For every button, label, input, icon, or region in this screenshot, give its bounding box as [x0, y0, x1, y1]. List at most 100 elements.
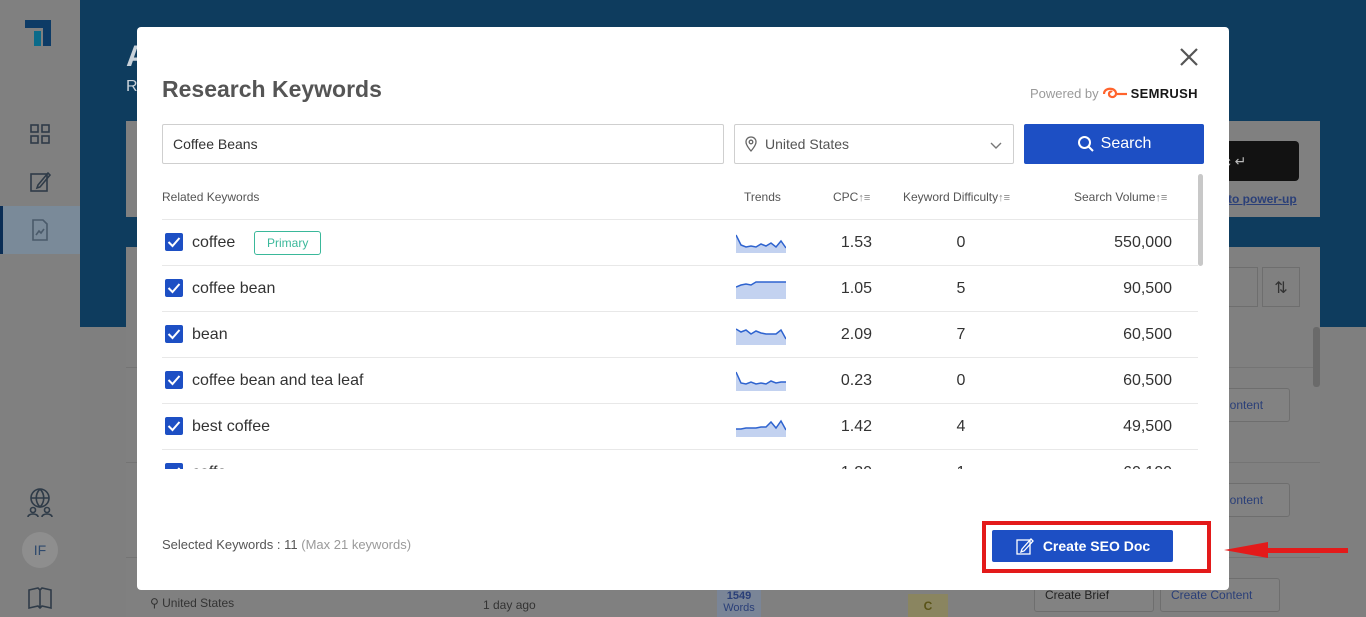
table-row[interactable]: coffee bean 1.05 5 90,500	[162, 266, 1198, 312]
selected-keywords-label: Selected Keywords : 11	[162, 537, 298, 552]
edit-icon[interactable]	[26, 168, 54, 196]
table-row[interactable]: bean 2.09 7 60,500	[162, 312, 1198, 358]
globe-people-icon[interactable]	[24, 486, 56, 518]
avatar[interactable]: IF	[22, 532, 58, 568]
red-arrow-annotation	[1224, 542, 1348, 558]
trend-line	[736, 371, 786, 385]
trend-area	[736, 372, 786, 391]
keyword-checkbox[interactable]	[165, 325, 183, 343]
semrush-wordmark: SEMRUSH	[1130, 86, 1198, 101]
difficulty-value: 5	[956, 280, 966, 297]
column-header-difficulty[interactable]: Keyword Difficulty↑≡	[903, 190, 1010, 204]
check-icon	[167, 283, 181, 294]
keyword-text: best coffee	[192, 418, 270, 435]
cpc-value: 1.53	[840, 234, 872, 251]
keyword-text: coffee bean and tea leaf	[192, 372, 364, 389]
word-count-badge: 1549 Words	[717, 586, 761, 617]
keyword-checkbox[interactable]	[165, 417, 183, 435]
location-value: United States	[765, 136, 850, 152]
column-header-trends: Trends	[744, 190, 781, 204]
grid-icon[interactable]	[26, 120, 54, 148]
close-icon[interactable]	[1177, 45, 1201, 69]
search-volume-value: 60,500	[1123, 326, 1172, 343]
keyword-text: coffe	[192, 464, 226, 469]
table-row[interactable]: coffee Primary 1.53 0 550,000	[162, 220, 1198, 266]
modal-title: Research Keywords	[162, 76, 382, 102]
search-volume-value: 60,500	[1123, 372, 1172, 389]
row-timestamp: 1 day ago	[483, 598, 536, 612]
location-pin-icon	[745, 136, 757, 152]
trend-sparkline	[736, 328, 786, 345]
cpc-header-label: CPC	[833, 190, 859, 204]
cpc-value: 2.09	[840, 326, 872, 343]
search-volume-value: 90,500	[1123, 280, 1172, 297]
keyword-text: bean	[192, 326, 228, 343]
cpc-value: 0.23	[840, 372, 872, 389]
keyword-checkbox[interactable]	[165, 233, 183, 251]
check-icon	[167, 375, 181, 386]
word-count-label: Words	[723, 602, 755, 614]
selected-keywords-max: (Max 21 keywords)	[301, 537, 412, 552]
row-location-text: United States	[162, 596, 235, 610]
table-row[interactable]: best coffee 1.42 4 49,500	[162, 404, 1198, 450]
trend-sparkline	[736, 281, 786, 299]
trend-sparkline	[736, 234, 786, 253]
sidebar: IF	[0, 0, 80, 617]
table-row[interactable]: coffee bean and tea leaf 0.23 0 60,500	[162, 358, 1198, 404]
keyword-checkbox[interactable]	[165, 279, 183, 297]
search-icon	[1077, 136, 1094, 152]
document-chart-icon[interactable]	[26, 216, 54, 244]
column-header-volume[interactable]: Search Volume↑≡	[1074, 190, 1167, 204]
difficulty-value: 1	[946, 464, 976, 469]
book-icon[interactable]	[26, 584, 54, 612]
row-location: ⚲ United States	[150, 596, 234, 610]
column-header-related: Related Keywords	[162, 190, 260, 204]
chevron-down-icon	[990, 142, 1002, 149]
cpc-value: 1.05	[840, 280, 872, 297]
column-header-cpc[interactable]: CPC↑≡	[833, 190, 870, 204]
trend-sparkline	[736, 371, 786, 391]
volume-header-label: Search Volume	[1074, 190, 1156, 204]
sort-button[interactable]: ⇅	[1262, 267, 1300, 307]
powered-by-label: Powered by	[1030, 86, 1099, 101]
trend-sparkline	[736, 419, 786, 437]
sort-icon[interactable]: ↑≡	[998, 192, 1010, 204]
difficulty-header-label: Keyword Difficulty	[903, 190, 999, 204]
page-scrollbar[interactable]	[1313, 327, 1320, 387]
search-button-label: Search	[1100, 135, 1152, 152]
word-count: 1549	[726, 590, 752, 602]
search-volume-value: 550,000	[1114, 234, 1172, 251]
location-select[interactable]: United States	[734, 124, 1014, 164]
location-pin-icon: ⚲	[150, 596, 159, 610]
grade-badge: C	[908, 594, 948, 617]
sort-icon[interactable]: ↑≡	[858, 192, 870, 204]
keyword-input[interactable]	[162, 124, 724, 164]
primary-badge: Primary	[254, 231, 322, 255]
keywords-table: coffee Primary 1.53 0 550,000 coffee bean 1.05…	[162, 219, 1198, 469]
table-row[interactable]: coffe 1.20 1 60,100	[162, 450, 1198, 469]
table-scrollbar[interactable]	[1198, 174, 1203, 266]
search-volume-value: 60,100	[1123, 464, 1172, 469]
semrush-logo: SEMRUSH	[1102, 86, 1198, 101]
difficulty-value: 0	[956, 234, 966, 251]
logo-icon[interactable]	[25, 20, 51, 46]
check-icon	[167, 421, 181, 432]
edit-doc-icon	[1016, 538, 1034, 555]
keyword-text: coffee bean	[192, 280, 276, 297]
check-icon	[167, 237, 181, 248]
check-icon	[167, 329, 181, 340]
create-seo-doc-label: Create SEO Doc	[1042, 538, 1151, 554]
sort-icon[interactable]: ↑≡	[1155, 192, 1167, 204]
search-volume-value: 49,500	[1123, 418, 1172, 435]
create-seo-doc-button[interactable]: Create SEO Doc	[992, 530, 1173, 562]
keyword-checkbox[interactable]	[165, 463, 183, 469]
power-up-link[interactable]: to power-up	[1228, 192, 1297, 206]
difficulty-value: 7	[956, 326, 966, 343]
search-button[interactable]: Search	[1024, 124, 1204, 164]
powered-by: Powered by SEMRUSH	[1030, 86, 1198, 101]
research-keywords-modal: Research Keywords Powered by SEMRUSH Uni…	[137, 27, 1229, 590]
selected-keywords-count: Selected Keywords : 11 (Max 21 keywords)	[162, 537, 411, 552]
keyword-checkbox[interactable]	[165, 371, 183, 389]
cpc-value: 1.42	[840, 418, 872, 435]
page-subtitle: R	[126, 78, 138, 95]
